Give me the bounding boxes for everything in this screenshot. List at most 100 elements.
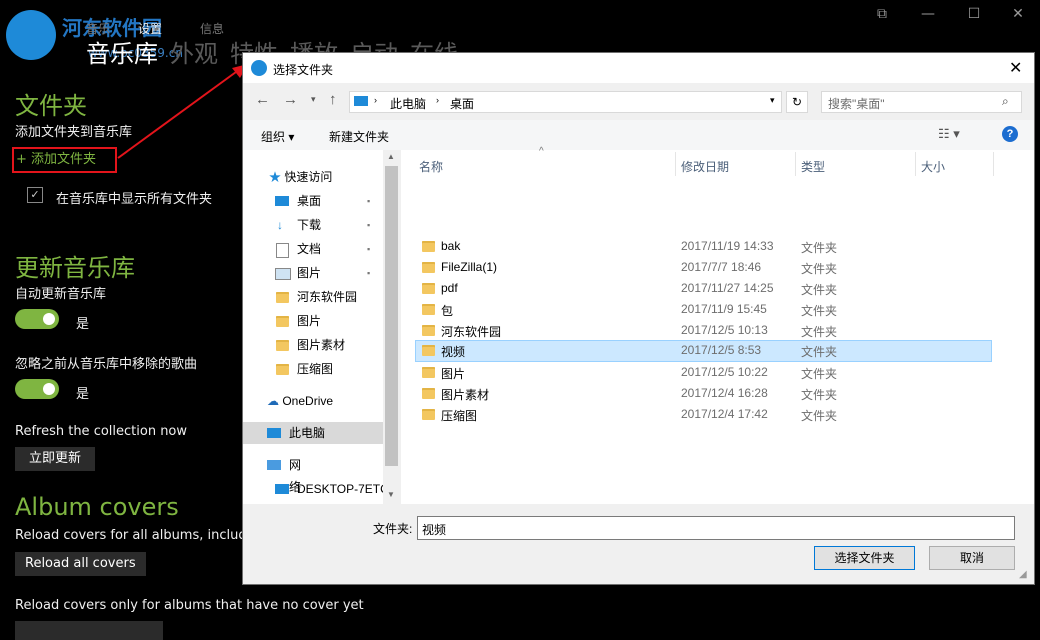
snap-icon[interactable]: ⧉ [872, 6, 892, 22]
select-folder-button[interactable]: 选择文件夹 [814, 546, 915, 570]
nav-desktop-label: 桌面 [297, 194, 322, 208]
file-date: 2017/12/4 17:42 [681, 407, 768, 421]
search-input[interactable]: 搜索"桌面" ⌕ [821, 91, 1022, 113]
show-folders-checkbox[interactable]: ✓ [27, 187, 43, 203]
file-name: 图片素材 [441, 388, 490, 402]
list-item[interactable]: 压缩图 2017/12/4 17:42 文件夹 [415, 404, 990, 424]
nav-quick-access[interactable]: ★ 快速访问 [269, 166, 332, 188]
reload-missing-button[interactable] [15, 621, 163, 640]
nav-documents[interactable]: 文档 ▪ [275, 238, 379, 260]
pictures-icon [275, 268, 291, 280]
list-item[interactable]: 图片 2017/12/5 10:22 文件夹 [415, 362, 990, 382]
file-name: FileZilla(1) [441, 260, 498, 274]
column-divider [993, 152, 994, 176]
list-item[interactable]: 包 2017/11/9 15:45 文件夹 [415, 299, 990, 319]
folder-icon [422, 409, 435, 420]
pin-icon: ▪ [367, 268, 371, 278]
nav-onedrive[interactable]: ☁ OneDrive [267, 390, 333, 412]
column-divider [795, 152, 796, 176]
dialog-app-icon [251, 60, 267, 76]
folder-icon [422, 241, 435, 252]
file-type: 文件夹 [801, 241, 838, 255]
folder-icon [276, 340, 289, 351]
nav-folder-label: 图片 [297, 314, 322, 328]
path-this-pc[interactable]: 此电脑 [390, 95, 426, 112]
help-icon[interactable]: ? [1002, 126, 1018, 142]
dialog-close-icon[interactable]: ✕ [1009, 58, 1022, 78]
scroll-up-icon[interactable]: ▲ [387, 152, 395, 161]
folder-icon [422, 262, 435, 273]
file-type: 文件夹 [801, 345, 838, 359]
address-bar[interactable]: › 此电脑 › 桌面 ▾ [349, 91, 782, 113]
folder-icon [276, 316, 289, 327]
file-name: 视频 [441, 345, 466, 359]
computer-icon [354, 96, 368, 106]
nav-scroll-thumb[interactable] [385, 166, 398, 466]
auto-update-value: 是 [76, 317, 90, 332]
nav-desktop-pc[interactable]: DESKTOP-7ETC [275, 478, 383, 500]
organize-button[interactable]: 组织 ▾ [261, 128, 294, 145]
recent-dropdown-icon[interactable]: ▾ [311, 94, 316, 105]
refresh-button[interactable]: 立即更新 [15, 447, 95, 471]
cancel-button[interactable]: 取消 [929, 546, 1015, 570]
album-covers-heading: Album covers [15, 493, 179, 521]
scroll-down-icon[interactable]: ▼ [387, 490, 395, 499]
file-type: 文件夹 [801, 325, 838, 339]
dialog-titlebar: 选择文件夹 ✕ [243, 53, 1034, 83]
refresh-icon[interactable]: ↻ [786, 91, 808, 113]
path-sep-icon: › [374, 95, 377, 105]
forward-icon[interactable]: → [283, 91, 298, 108]
file-type: 文件夹 [801, 388, 838, 402]
reload-all-button[interactable]: Reload all covers [15, 552, 146, 576]
list-item-selected[interactable]: 视频 2017/12/5 8:53 文件夹 [415, 340, 992, 362]
star-icon: ★ [269, 170, 282, 184]
file-type: 文件夹 [801, 409, 838, 423]
sort-arrow-icon: ^ [539, 146, 544, 157]
nav-downloads[interactable]: ↓ 下载 ▪ [275, 214, 379, 236]
list-item[interactable]: pdf 2017/11/27 14:25 文件夹 [415, 278, 990, 298]
nav-scrollbar[interactable]: ▲ ▼ [383, 150, 400, 504]
nav-this-pc[interactable]: 此电脑 [243, 422, 383, 444]
file-name: 压缩图 [441, 409, 478, 423]
nav-folder-label: 图片素材 [297, 338, 346, 352]
list-item[interactable]: 河东软件园 2017/12/5 10:13 文件夹 [415, 320, 990, 340]
view-options-icon[interactable]: ☷ ▾ [938, 126, 960, 142]
refresh-label: Refresh the collection now [15, 424, 188, 439]
column-divider [675, 152, 676, 176]
nav-folder-label: 压缩图 [297, 362, 334, 376]
folder-field[interactable]: 视频 [417, 516, 1015, 540]
maximize-icon[interactable]: ☐ [964, 6, 984, 22]
minimize-icon[interactable]: — [918, 6, 938, 22]
ignore-removed-toggle[interactable] [15, 379, 59, 399]
folder-icon [422, 367, 435, 378]
auto-update-toggle[interactable] [15, 309, 59, 329]
column-name[interactable]: 名称 [419, 158, 443, 175]
folder-icon [276, 364, 289, 375]
list-item[interactable]: FileZilla(1) 2017/7/7 18:46 文件夹 [415, 257, 990, 277]
path-desktop[interactable]: 桌面 [450, 95, 474, 112]
search-icon: ⌕ [1002, 94, 1009, 108]
nav-desktop[interactable]: 桌面 ▪ [275, 190, 379, 212]
resize-grip-icon[interactable]: ◢ [1019, 569, 1027, 580]
address-dropdown-icon[interactable]: ▾ [770, 95, 775, 106]
list-item[interactable]: 图片素材 2017/12/4 16:28 文件夹 [415, 383, 990, 403]
file-date: 2017/11/27 14:25 [681, 281, 774, 295]
nav-pictures[interactable]: 图片 ▪ [275, 262, 379, 284]
computer-icon [267, 428, 281, 438]
file-type: 文件夹 [801, 304, 838, 318]
new-folder-button[interactable]: 新建文件夹 [329, 128, 389, 145]
document-icon [276, 243, 289, 258]
column-date[interactable]: 修改日期 [681, 158, 729, 175]
column-size[interactable]: 大小 [921, 158, 945, 175]
nav-desktop-pc-label: DESKTOP-7ETC [297, 482, 383, 496]
back-icon[interactable]: ← [255, 91, 270, 108]
file-date: 2017/11/19 14:33 [681, 239, 774, 253]
column-divider [915, 152, 916, 176]
column-type[interactable]: 类型 [801, 158, 825, 175]
pin-icon: ▪ [367, 220, 371, 230]
cloud-icon: ☁ [267, 394, 279, 408]
up-icon[interactable]: ↑ [329, 91, 337, 108]
list-item[interactable]: bak 2017/11/19 14:33 文件夹 [415, 236, 990, 256]
close-app-icon[interactable]: ✕ [1008, 6, 1028, 22]
search-placeholder: 搜索"桌面" [828, 97, 885, 111]
